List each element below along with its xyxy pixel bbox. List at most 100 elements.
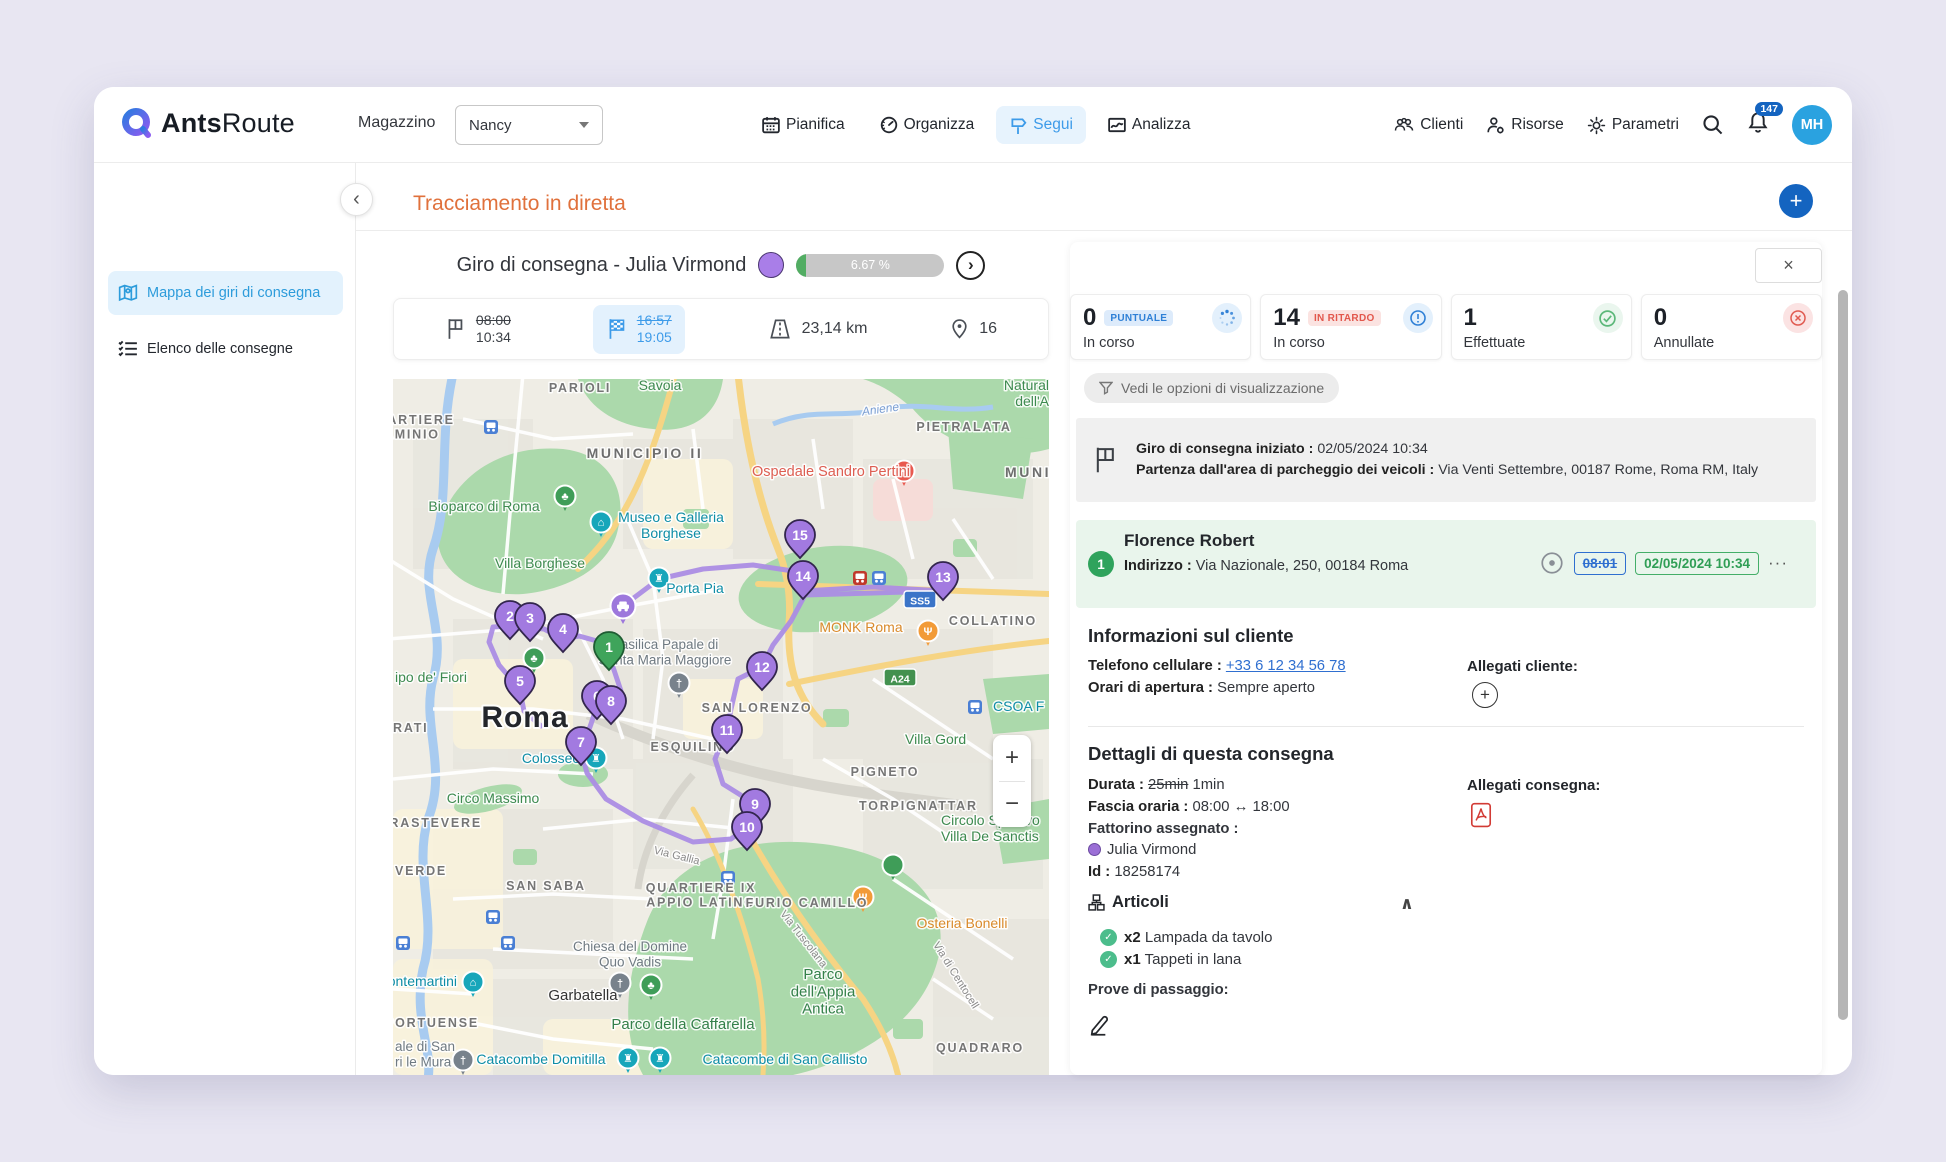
search-icon[interactable] bbox=[1702, 114, 1724, 136]
map-label: QUARTIERE IXAPPIO LATINO bbox=[646, 881, 757, 909]
transit-icon bbox=[872, 571, 886, 585]
nav-item-label: Pianifica bbox=[786, 116, 845, 134]
svg-text:†: † bbox=[617, 978, 623, 990]
pin-icon bbox=[949, 317, 970, 341]
map-label: SAN LORENZO bbox=[702, 701, 813, 715]
plus-icon: + bbox=[1790, 188, 1803, 214]
transit-icon bbox=[968, 700, 982, 714]
zoom-out-button[interactable]: − bbox=[993, 782, 1031, 828]
map-label: Circo Massimo bbox=[447, 790, 540, 806]
panel-scrollbar[interactable] bbox=[1838, 290, 1848, 1020]
avatar[interactable]: MH bbox=[1792, 105, 1832, 145]
chart-icon bbox=[1108, 116, 1126, 134]
map-icon bbox=[118, 283, 138, 303]
brand-logo[interactable]: AntsRoute bbox=[120, 106, 295, 140]
gear-icon bbox=[1587, 116, 1606, 135]
nav-item-clienti[interactable]: Clienti bbox=[1394, 116, 1463, 134]
articles-header: Articoli bbox=[1088, 893, 1169, 912]
vehicle-select[interactable]: Nancy bbox=[455, 105, 603, 145]
svg-text:14: 14 bbox=[795, 568, 811, 584]
next-route-button[interactable]: › bbox=[956, 251, 985, 280]
map-label: Ospedale Sandro Pertini bbox=[752, 464, 910, 480]
add-attachment-button[interactable]: + bbox=[1472, 682, 1498, 708]
items-icon bbox=[1088, 894, 1105, 911]
delivery-attachments-label: Allegati consegna: bbox=[1467, 777, 1600, 794]
cancel-circle-icon bbox=[1783, 303, 1813, 333]
map-label: TRASTEVERE bbox=[393, 816, 482, 830]
nav-item-label: Risorse bbox=[1511, 116, 1564, 134]
map-label: Porta Pia bbox=[666, 580, 724, 596]
zoom-in-button[interactable]: + bbox=[993, 735, 1031, 781]
notifications-button[interactable]: 147 bbox=[1747, 111, 1769, 139]
map-label: SAN SABA bbox=[506, 879, 586, 893]
plus-icon: + bbox=[1480, 685, 1490, 705]
resources-icon bbox=[1486, 116, 1505, 135]
svg-text:8: 8 bbox=[607, 693, 615, 709]
route-progress-label: 6.67 % bbox=[796, 254, 944, 277]
vehicle-select-value: Nancy bbox=[469, 117, 512, 134]
map-label: CSOA F bbox=[993, 698, 1044, 714]
map-label: Garbatella bbox=[548, 987, 618, 1004]
close-panel-button[interactable]: × bbox=[1755, 248, 1822, 283]
back-button[interactable]: ‹ bbox=[340, 183, 373, 216]
svg-text:7: 7 bbox=[577, 734, 585, 750]
more-menu-button[interactable]: ··· bbox=[1768, 553, 1788, 573]
navbar: AntsRoute Magazzino Nancy Pianifica Orga… bbox=[94, 87, 1852, 163]
map-label: ontemartini bbox=[393, 973, 457, 989]
map-label: Villa Gord bbox=[905, 731, 966, 747]
stops-value: 16 bbox=[979, 320, 997, 338]
check-circle-icon bbox=[1593, 303, 1623, 333]
display-options-label: Vedi le opzioni di visualizzazione bbox=[1121, 380, 1324, 396]
sidebar-item-mappa-giri[interactable]: Mappa dei giri di consegna bbox=[108, 271, 343, 315]
svg-text:13: 13 bbox=[935, 569, 951, 585]
road-icon bbox=[767, 318, 793, 340]
transit-icon bbox=[853, 571, 867, 585]
nav-item-pianifica[interactable]: Pianifica bbox=[749, 106, 858, 144]
add-button[interactable]: + bbox=[1779, 184, 1813, 218]
sidebar: Mappa dei giri di consegna Elenco delle … bbox=[94, 163, 356, 1075]
status-label: Annullate bbox=[1654, 335, 1809, 351]
svg-text:5: 5 bbox=[516, 673, 524, 689]
nav-item-analizza[interactable]: Analizza bbox=[1095, 106, 1204, 144]
map-label: ipo de' Fiori bbox=[395, 669, 467, 685]
nav-item-parametri[interactable]: Parametri bbox=[1587, 116, 1679, 135]
svg-text:4: 4 bbox=[559, 621, 567, 637]
signature-icon[interactable] bbox=[1088, 1012, 1114, 1043]
finish-flag-icon bbox=[606, 317, 628, 341]
map-canvas[interactable]: SS5A24♜⌂♜⌂♜♜♣♣♣ΨΨ†††HQUARTIEREFLAMINIOPA… bbox=[393, 379, 1049, 1075]
nav-item-segui[interactable]: Segui bbox=[996, 106, 1086, 144]
route-progress-bar: 6.67 % bbox=[796, 254, 944, 277]
start-planned: 08:00 bbox=[476, 312, 511, 330]
close-icon: × bbox=[1783, 255, 1794, 276]
display-options-button[interactable]: Vedi le opzioni di visualizzazione bbox=[1084, 373, 1339, 403]
signpost-icon bbox=[1009, 116, 1027, 134]
brand-name: AntsRoute bbox=[161, 108, 295, 139]
status-label: Effettuate bbox=[1464, 335, 1619, 351]
courier-color-dot bbox=[1088, 843, 1101, 856]
chevron-right-icon: › bbox=[968, 255, 974, 275]
phone-link[interactable]: +33 6 12 34 56 78 bbox=[1226, 658, 1346, 674]
nav-item-organizza[interactable]: Organizza bbox=[867, 106, 988, 144]
collapse-articles-button[interactable]: ∧ bbox=[1400, 894, 1414, 914]
sidebar-item-elenco-consegne[interactable]: Elenco delle consegne bbox=[108, 327, 343, 371]
svg-text:⌂: ⌂ bbox=[598, 517, 605, 529]
info-icon bbox=[1403, 303, 1433, 333]
stat-distance: 23,14 km bbox=[767, 318, 868, 340]
map-label: RATI bbox=[393, 721, 428, 735]
opening-hours-row: Orari di apertura : Sempre aperto bbox=[1088, 680, 1315, 696]
svg-text:♜: ♜ bbox=[654, 573, 664, 585]
target-icon[interactable] bbox=[1539, 550, 1565, 576]
svg-text:11: 11 bbox=[720, 722, 735, 738]
check-icon: ✓ bbox=[1100, 929, 1117, 946]
svg-text:♜: ♜ bbox=[623, 1053, 633, 1065]
svg-text:†: † bbox=[676, 678, 682, 690]
delivery-card[interactable]: 1 Florence Robert Indirizzo : Via Nazion… bbox=[1076, 520, 1816, 608]
route-title: Giro di consegna - Julia Virmond bbox=[457, 254, 747, 277]
clients-icon bbox=[1394, 116, 1414, 134]
nav-item-label: Parametri bbox=[1612, 116, 1679, 134]
svg-text:15: 15 bbox=[792, 527, 808, 543]
nav-item-risorse[interactable]: Risorse bbox=[1486, 116, 1564, 135]
transit-icon bbox=[486, 910, 500, 924]
pdf-attachment-icon[interactable] bbox=[1470, 802, 1492, 833]
svg-text:2: 2 bbox=[506, 608, 514, 624]
